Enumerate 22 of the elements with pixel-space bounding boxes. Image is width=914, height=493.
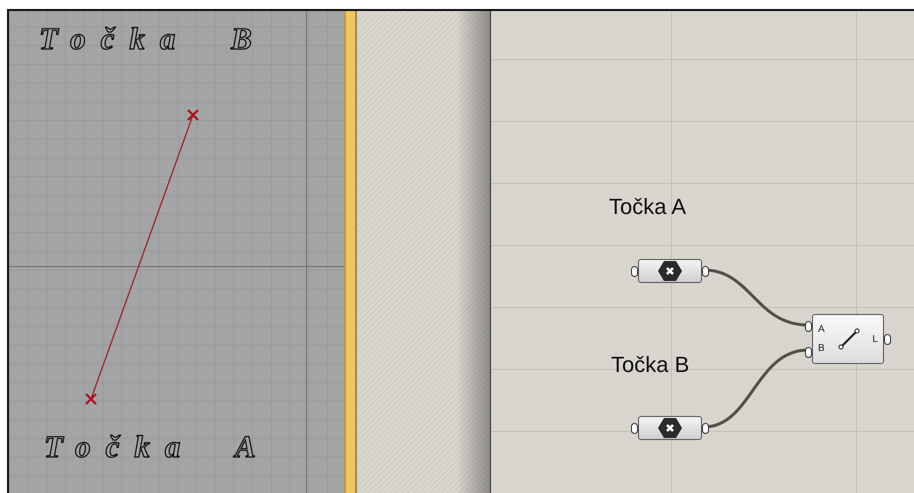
viewport-text: Točka A: [44, 431, 271, 462]
output-port[interactable]: [702, 422, 709, 434]
output-label: L: [872, 334, 878, 344]
input-label: B: [818, 343, 825, 354]
input-port[interactable]: [631, 422, 638, 434]
point-parameter-node[interactable]: [638, 259, 702, 283]
line-component-node[interactable]: A B L: [812, 314, 884, 364]
hexagon-x-icon: [657, 417, 683, 439]
input-port[interactable]: [805, 346, 812, 358]
hexagon-x-icon: [657, 260, 683, 282]
input-port[interactable]: [631, 266, 638, 276]
output-port[interactable]: [702, 266, 709, 276]
line-icon: [838, 328, 860, 350]
input-label: A: [818, 324, 825, 335]
point-marker-icon: [85, 393, 97, 405]
point-parameter-node[interactable]: [638, 416, 702, 440]
output-port[interactable]: [884, 334, 891, 344]
point-marker-icon: [187, 109, 199, 121]
canvas-label: Točka A: [609, 196, 686, 218]
canvas-label: Točka B: [611, 354, 690, 376]
input-port[interactable]: [805, 320, 812, 332]
viewport-text: Točka B: [39, 23, 267, 54]
